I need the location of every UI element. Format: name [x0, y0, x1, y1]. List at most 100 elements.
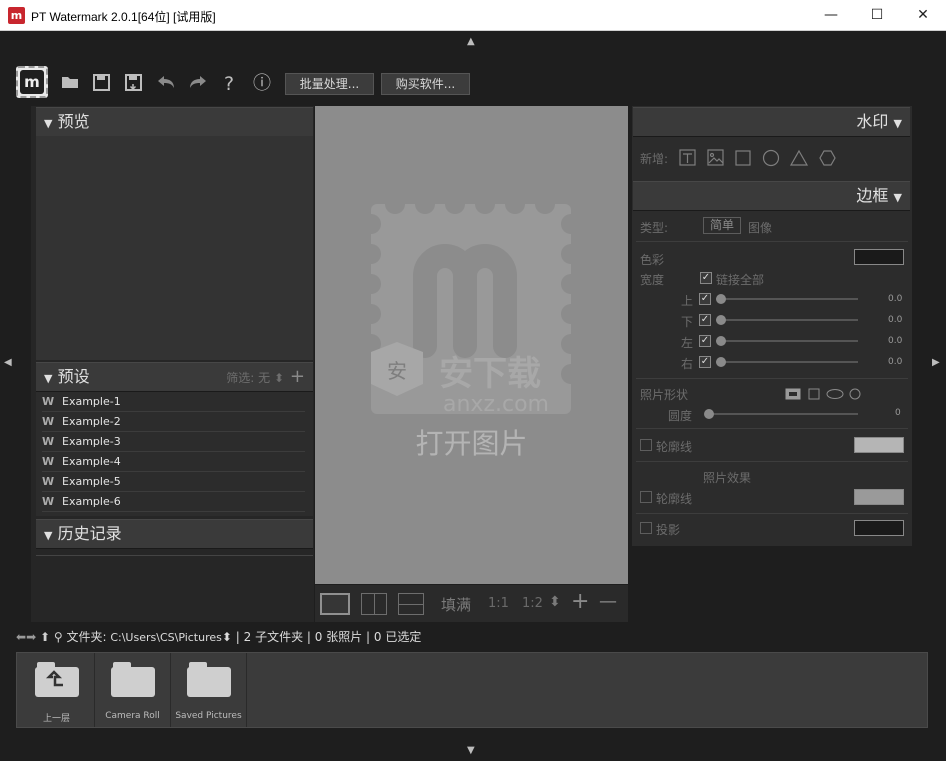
side-width-slider[interactable] — [716, 361, 858, 363]
border-color-swatch[interactable] — [854, 249, 904, 265]
link-all-checkbox[interactable]: ✓ — [700, 272, 712, 284]
list-item[interactable]: W Example-4 — [42, 452, 305, 472]
side-width-value: 0.0 — [888, 357, 903, 367]
side-width-slider[interactable] — [716, 319, 858, 321]
right-panel — [632, 106, 912, 546]
effect-outline-color-swatch[interactable] — [854, 489, 904, 505]
save-as-icon[interactable] — [125, 74, 142, 96]
shape-ellipse-button[interactable] — [826, 386, 844, 400]
close-button[interactable]: ✕ — [900, 0, 946, 31]
shape-circle-button[interactable] — [849, 386, 861, 400]
path-bar: ⬅➡ ⬆ ⚲ 文件夹: C:\Users\CS\Pictures⬍ | 2 子文… — [16, 628, 928, 646]
info-icon[interactable]: ⓘ — [253, 74, 271, 94]
logo-placeholder-icon: 安 — [361, 194, 581, 414]
collapse-bottom-arrow-icon[interactable]: ▼ — [467, 745, 475, 756]
expand-arrow-icon: ▼ — [893, 191, 902, 204]
save-icon[interactable] — [93, 74, 110, 96]
outline-color-swatch[interactable] — [854, 437, 904, 453]
add-rectangle-button[interactable] — [735, 149, 752, 166]
shadow-color-swatch[interactable] — [854, 520, 904, 536]
zoom-fill-button[interactable]: 填满 — [441, 594, 471, 615]
collapse-left-arrow-icon[interactable]: ◀ — [4, 357, 12, 368]
list-item[interactable]: W Example-5 — [42, 472, 305, 492]
presets-header[interactable]: ▼ 预设 筛选: 无 ⬍ + — [36, 362, 313, 392]
preset-list: W Example-1 W Example-2 W Example-3 W Exampl… — [36, 392, 313, 516]
help-icon[interactable]: ? — [224, 74, 234, 94]
maximize-button[interactable]: ☐ — [854, 0, 900, 31]
side-width-slider-handle[interactable] — [716, 336, 726, 346]
back-icon[interactable]: ⬅ — [16, 630, 26, 644]
shape-rectangle-button[interactable] — [785, 386, 801, 400]
preset-filter[interactable]: 筛选: 无 ⬍ + — [226, 363, 305, 392]
type-image-button[interactable]: 图像 — [748, 219, 772, 236]
list-item[interactable]: W Example-6 — [42, 492, 305, 512]
zoom-stepper-icon[interactable]: ⬍ — [549, 594, 561, 610]
split-horizontal-button[interactable] — [398, 593, 424, 615]
list-item[interactable]: W Example-1 — [42, 392, 305, 412]
side-width-slider-handle[interactable] — [716, 294, 726, 304]
history-header[interactable]: ▼ 历史记录 — [36, 519, 313, 549]
side-checkbox[interactable]: ✓ — [699, 314, 711, 326]
filter-stepper-icon[interactable]: ⬍ — [274, 371, 284, 385]
forward-icon[interactable]: ➡ — [26, 630, 36, 644]
single-view-button[interactable] — [320, 593, 350, 615]
folder-thumb-camera-roll[interactable]: Camera Roll — [95, 653, 171, 727]
site-name: 安下载 — [439, 354, 541, 394]
side-width-slider[interactable] — [716, 298, 858, 300]
add-ellipse-button[interactable] — [763, 149, 780, 166]
list-item[interactable]: W Example-2 — [42, 412, 305, 432]
undo-icon[interactable] — [156, 74, 176, 95]
minimize-button[interactable]: — — [808, 0, 854, 31]
section-divider — [636, 378, 908, 379]
side-checkbox[interactable]: ✓ — [699, 356, 711, 368]
folder-label: Saved Pictures — [175, 711, 242, 721]
folder-thumb-saved-pictures[interactable]: Saved Pictures — [171, 653, 247, 727]
side-width-slider[interactable] — [716, 340, 858, 342]
buy-software-button[interactable]: 购买软件... — [381, 73, 470, 95]
open-image-label[interactable]: 打开图片 — [315, 422, 628, 462]
site-domain: anxz.com — [443, 392, 549, 417]
add-triangle-button[interactable] — [791, 149, 808, 166]
logo-icon: m — [20, 70, 44, 94]
search-icon[interactable]: ⚲ — [54, 630, 63, 644]
expand-arrow-icon: ▼ — [893, 117, 902, 130]
collapse-right-arrow-icon[interactable]: ▶ — [932, 357, 940, 368]
watermark-header[interactable]: 水印 ▼ — [633, 107, 910, 137]
shadow-checkbox[interactable] — [640, 522, 652, 534]
path-stepper-icon[interactable]: ⬍ — [222, 630, 232, 644]
effect-outline-checkbox[interactable] — [640, 491, 652, 503]
add-text-button[interactable] — [679, 149, 696, 166]
zoom-in-button[interactable]: + — [571, 589, 589, 614]
side-width-slider-handle[interactable] — [716, 357, 726, 367]
folder-open-icon[interactable] — [61, 74, 79, 95]
filter-value[interactable]: 无 — [258, 371, 270, 385]
folder-thumb-parent[interactable]: 上一层 — [19, 653, 95, 727]
app-logo-button[interactable]: m — [16, 66, 48, 98]
preview-header[interactable]: ▼ 预览 — [36, 107, 313, 137]
path-value[interactable]: C:\Users\CS\Pictures — [110, 631, 222, 644]
up-folder-icon[interactable]: ⬆ — [40, 630, 50, 644]
split-vertical-button[interactable] — [361, 593, 387, 615]
add-preset-button[interactable]: + — [290, 366, 305, 387]
zoom-out-button[interactable]: — — [599, 591, 617, 612]
batch-process-button[interactable]: 批量处理... — [285, 73, 374, 95]
add-image-button[interactable] — [707, 149, 724, 166]
outline-checkbox[interactable] — [640, 439, 652, 451]
zoom-1-1-button[interactable]: 1:1 — [488, 596, 509, 611]
preset-label: Example-3 — [62, 435, 121, 448]
add-hexagon-button[interactable] — [819, 149, 836, 166]
roundness-slider[interactable] — [708, 413, 858, 415]
roundness-slider-handle[interactable] — [704, 409, 714, 419]
side-width-slider-handle[interactable] — [716, 315, 726, 325]
side-checkbox[interactable]: ✓ — [699, 335, 711, 347]
preset-label: Example-2 — [62, 415, 121, 428]
image-canvas[interactable]: 安 安下载 anxz.com 打开图片 — [315, 106, 628, 584]
zoom-1-2-button[interactable]: 1:2 — [522, 596, 543, 611]
side-checkbox[interactable]: ✓ — [699, 293, 711, 305]
type-simple-button[interactable]: 简单 — [703, 217, 741, 234]
redo-icon[interactable] — [188, 74, 208, 95]
collapse-top-arrow-icon[interactable]: ▲ — [467, 36, 475, 47]
list-item[interactable]: W Example-3 — [42, 432, 305, 452]
border-header[interactable]: 边框 ▼ — [633, 181, 910, 211]
shape-square-button[interactable] — [808, 386, 820, 400]
